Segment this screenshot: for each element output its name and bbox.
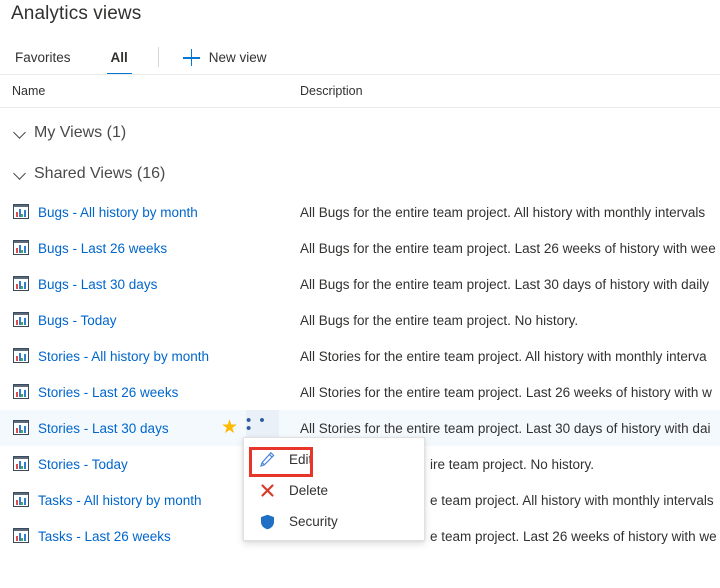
group-label-my-views: My Views (1) [34,124,127,141]
view-description: All Stories for the entire team project.… [300,384,712,400]
page-title: Analytics views [11,3,142,24]
table-row[interactable]: Bugs - All history by month All Bugs for… [0,194,720,230]
report-icon [13,384,29,399]
new-view-button[interactable]: New view [182,42,267,73]
chevron-down-icon [14,168,26,180]
view-name-link[interactable]: Tasks - All history by month [38,493,202,508]
view-name-link[interactable]: Tasks - Last 26 weeks [38,529,171,544]
ellipsis-icon: • • • [246,412,267,437]
view-name-link[interactable]: Bugs - All history by month [38,205,198,220]
group-label-shared-views: Shared Views (16) [34,165,166,182]
new-view-label: New view [208,50,267,65]
plus-icon [182,49,200,66]
table-row[interactable]: Stories - All history by month All Stori… [0,338,720,374]
report-icon [13,348,29,363]
tab-all-label: All [110,50,128,65]
group-header-shared-views[interactable]: Shared Views (16) [0,159,720,189]
view-description: e team project. All history with monthly… [430,492,714,508]
view-name-link[interactable]: Stories - All history by month [38,349,209,364]
view-description: All Bugs for the entire team project. Al… [300,204,706,220]
view-name-link[interactable]: Stories - Last 26 weeks [38,385,178,400]
analytics-views-page: Analytics views Favorites All New view N… [0,0,720,588]
context-menu-label-delete: Delete [289,483,329,498]
toolbar-divider [157,47,159,67]
view-name-link[interactable]: Stories - Today [38,457,128,472]
tab-all[interactable]: All [106,42,133,75]
view-description: All Bugs for the entire team project. No… [300,312,579,328]
shield-icon [258,512,277,531]
table-row[interactable]: Stories - Last 26 weeks All Stories for … [0,374,720,410]
view-description: ire team project. No history. [430,456,595,472]
view-description: All Stories for the entire team project.… [300,420,711,436]
view-name-link[interactable]: Stories - Last 30 days [38,421,169,436]
tab-favorites-label: Favorites [15,50,71,65]
x-icon [258,481,277,500]
column-header-divider [0,107,720,108]
table-row[interactable]: Bugs - Last 30 days All Bugs for the ent… [0,266,720,302]
favorite-star-icon[interactable]: ★ [220,418,239,437]
report-icon [13,276,29,291]
tab-bar: Favorites All New view [0,42,720,75]
table-row[interactable]: Bugs - Today All Bugs for the entire tea… [0,302,720,338]
view-description: All Bugs for the entire team project. La… [300,276,709,292]
view-description: e team project. Last 26 weeks of history… [430,528,717,544]
column-headers: Name Description [0,78,720,106]
view-name-link[interactable]: Bugs - Today [38,313,117,328]
view-description: All Bugs for the entire team project. La… [300,240,716,256]
report-icon [13,456,29,471]
context-menu-item-security[interactable]: Security [244,506,424,537]
context-menu-label-edit: Edit [289,452,313,467]
view-name-link[interactable]: Bugs - Last 30 days [38,277,157,292]
report-icon [13,420,29,435]
pencil-icon [258,450,277,469]
report-icon [13,312,29,327]
report-icon [13,204,29,219]
tab-favorites[interactable]: Favorites [11,42,75,73]
report-icon [13,240,29,255]
chevron-down-icon [14,127,26,139]
context-menu-item-delete[interactable]: Delete [244,475,424,506]
view-description: All Stories for the entire team project.… [300,348,707,364]
view-name-link[interactable]: Bugs - Last 26 weeks [38,241,167,256]
report-icon [13,528,29,543]
table-row[interactable]: Bugs - Last 26 weeks All Bugs for the en… [0,230,720,266]
context-menu: Edit Delete Security [243,437,425,541]
column-header-description[interactable]: Description [300,84,363,98]
header-divider [0,74,720,75]
context-menu-item-edit[interactable]: Edit [244,444,424,475]
group-header-my-views[interactable]: My Views (1) [0,118,720,148]
context-menu-label-security: Security [289,514,338,529]
column-header-name[interactable]: Name [12,84,45,98]
report-icon [13,492,29,507]
